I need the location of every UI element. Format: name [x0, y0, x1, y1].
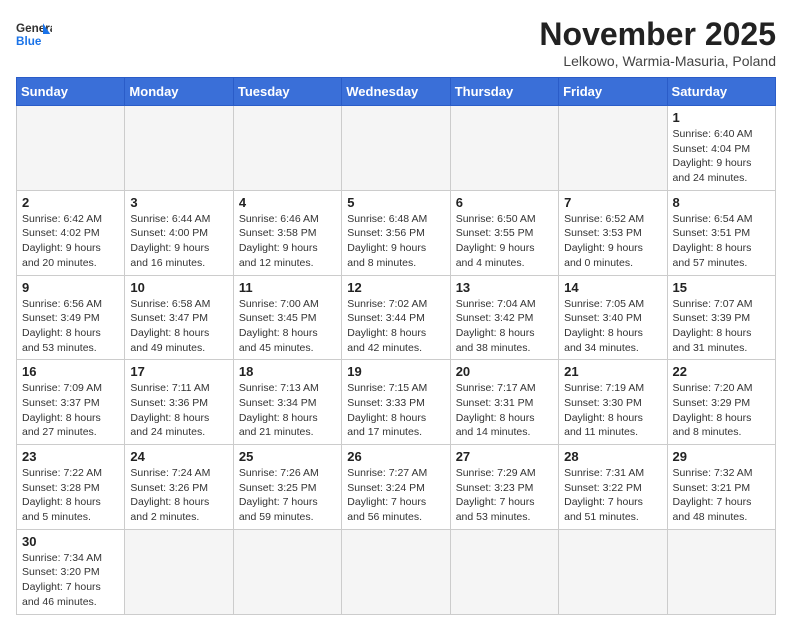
- day-7: 7 Sunrise: 6:52 AMSunset: 3:53 PMDayligh…: [559, 190, 667, 275]
- logo: General Blue: [16, 16, 52, 52]
- day-19: 19 Sunrise: 7:15 AMSunset: 3:33 PMDaylig…: [342, 360, 450, 445]
- day-20: 20 Sunrise: 7:17 AMSunset: 3:31 PMDaylig…: [450, 360, 558, 445]
- day-6: 6 Sunrise: 6:50 AMSunset: 3:55 PMDayligh…: [450, 190, 558, 275]
- week-row-1: 1 Sunrise: 6:40 AM Sunset: 4:04 PM Dayli…: [17, 106, 776, 191]
- day-16: 16 Sunrise: 7:09 AMSunset: 3:37 PMDaylig…: [17, 360, 125, 445]
- day-25: 25 Sunrise: 7:26 AMSunset: 3:25 PMDaylig…: [233, 445, 341, 530]
- day-1: 1 Sunrise: 6:40 AM Sunset: 4:04 PM Dayli…: [667, 106, 775, 191]
- empty-cell: [233, 529, 341, 614]
- weekday-header-row: Sunday Monday Tuesday Wednesday Thursday…: [17, 78, 776, 106]
- calendar: Sunday Monday Tuesday Wednesday Thursday…: [16, 77, 776, 615]
- day-21: 21 Sunrise: 7:19 AMSunset: 3:30 PMDaylig…: [559, 360, 667, 445]
- week-row-3: 9 Sunrise: 6:56 AMSunset: 3:49 PMDayligh…: [17, 275, 776, 360]
- svg-text:Blue: Blue: [16, 35, 42, 48]
- empty-cell: [233, 106, 341, 191]
- day-22: 22 Sunrise: 7:20 AMSunset: 3:29 PMDaylig…: [667, 360, 775, 445]
- header-sunday: Sunday: [17, 78, 125, 106]
- day-27: 27 Sunrise: 7:29 AMSunset: 3:23 PMDaylig…: [450, 445, 558, 530]
- day-18: 18 Sunrise: 7:13 AMSunset: 3:34 PMDaylig…: [233, 360, 341, 445]
- empty-cell: [17, 106, 125, 191]
- month-title: November 2025: [539, 16, 776, 53]
- header-saturday: Saturday: [667, 78, 775, 106]
- day-30: 30 Sunrise: 7:34 AMSunset: 3:20 PMDaylig…: [17, 529, 125, 614]
- week-row-2: 2 Sunrise: 6:42 AMSunset: 4:02 PMDayligh…: [17, 190, 776, 275]
- header-wednesday: Wednesday: [342, 78, 450, 106]
- day-4: 4 Sunrise: 6:46 AMSunset: 3:58 PMDayligh…: [233, 190, 341, 275]
- day-8: 8 Sunrise: 6:54 AMSunset: 3:51 PMDayligh…: [667, 190, 775, 275]
- empty-cell: [342, 529, 450, 614]
- day-5: 5 Sunrise: 6:48 AMSunset: 3:56 PMDayligh…: [342, 190, 450, 275]
- day-9: 9 Sunrise: 6:56 AMSunset: 3:49 PMDayligh…: [17, 275, 125, 360]
- day-3: 3 Sunrise: 6:44 AMSunset: 4:00 PMDayligh…: [125, 190, 233, 275]
- day-26: 26 Sunrise: 7:27 AMSunset: 3:24 PMDaylig…: [342, 445, 450, 530]
- logo-icon: General Blue: [16, 16, 52, 52]
- day-28: 28 Sunrise: 7:31 AMSunset: 3:22 PMDaylig…: [559, 445, 667, 530]
- empty-cell: [559, 529, 667, 614]
- empty-cell: [125, 529, 233, 614]
- header-tuesday: Tuesday: [233, 78, 341, 106]
- week-row-5: 23 Sunrise: 7:22 AMSunset: 3:28 PMDaylig…: [17, 445, 776, 530]
- empty-cell: [667, 529, 775, 614]
- day-24: 24 Sunrise: 7:24 AMSunset: 3:26 PMDaylig…: [125, 445, 233, 530]
- day-14: 14 Sunrise: 7:05 AMSunset: 3:40 PMDaylig…: [559, 275, 667, 360]
- empty-cell: [342, 106, 450, 191]
- day-10: 10 Sunrise: 6:58 AMSunset: 3:47 PMDaylig…: [125, 275, 233, 360]
- header-thursday: Thursday: [450, 78, 558, 106]
- empty-cell: [559, 106, 667, 191]
- empty-cell: [450, 106, 558, 191]
- empty-cell: [125, 106, 233, 191]
- day-17: 17 Sunrise: 7:11 AMSunset: 3:36 PMDaylig…: [125, 360, 233, 445]
- day-15: 15 Sunrise: 7:07 AMSunset: 3:39 PMDaylig…: [667, 275, 775, 360]
- week-row-6: 30 Sunrise: 7:34 AMSunset: 3:20 PMDaylig…: [17, 529, 776, 614]
- day-13: 13 Sunrise: 7:04 AMSunset: 3:42 PMDaylig…: [450, 275, 558, 360]
- subtitle: Lelkowo, Warmia-Masuria, Poland: [539, 53, 776, 69]
- day-29: 29 Sunrise: 7:32 AMSunset: 3:21 PMDaylig…: [667, 445, 775, 530]
- day-12: 12 Sunrise: 7:02 AMSunset: 3:44 PMDaylig…: [342, 275, 450, 360]
- header-monday: Monday: [125, 78, 233, 106]
- header-friday: Friday: [559, 78, 667, 106]
- day-2: 2 Sunrise: 6:42 AMSunset: 4:02 PMDayligh…: [17, 190, 125, 275]
- title-area: November 2025 Lelkowo, Warmia-Masuria, P…: [539, 16, 776, 69]
- day-11: 11 Sunrise: 7:00 AMSunset: 3:45 PMDaylig…: [233, 275, 341, 360]
- empty-cell: [450, 529, 558, 614]
- week-row-4: 16 Sunrise: 7:09 AMSunset: 3:37 PMDaylig…: [17, 360, 776, 445]
- day-23: 23 Sunrise: 7:22 AMSunset: 3:28 PMDaylig…: [17, 445, 125, 530]
- header: General Blue November 2025 Lelkowo, Warm…: [16, 16, 776, 69]
